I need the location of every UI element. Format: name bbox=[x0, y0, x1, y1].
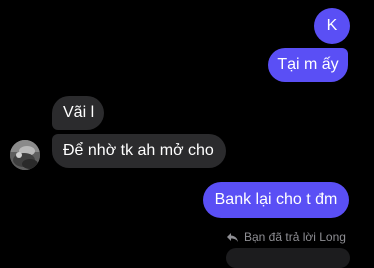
incoming-message-bubble[interactable]: Để nhờ tk ah mở cho bbox=[52, 134, 226, 168]
outgoing-message-bubble[interactable]: Bank lại cho t đm bbox=[203, 182, 349, 218]
quoted-reply-bubble[interactable] bbox=[226, 248, 350, 268]
contact-avatar[interactable] bbox=[10, 140, 40, 170]
reply-indicator: Bạn đã trả lời Long bbox=[226, 229, 346, 245]
message-text: Tại m ấy bbox=[277, 56, 339, 73]
message-text: Vãi l bbox=[63, 104, 95, 121]
reply-indicator-text: Bạn đã trả lời Long bbox=[244, 230, 346, 244]
reply-arrow-icon bbox=[227, 232, 238, 242]
outgoing-message-bubble[interactable]: Tại m ấy bbox=[268, 48, 348, 82]
avatar-photo-icon bbox=[10, 140, 40, 170]
message-text: Để nhờ tk ah mở cho bbox=[63, 142, 214, 159]
message-text: Bank lại cho t đm bbox=[214, 191, 338, 208]
message-text: K bbox=[326, 17, 338, 34]
incoming-message-bubble[interactable]: Vãi l bbox=[52, 96, 104, 130]
outgoing-message-bubble[interactable]: K bbox=[314, 8, 350, 44]
